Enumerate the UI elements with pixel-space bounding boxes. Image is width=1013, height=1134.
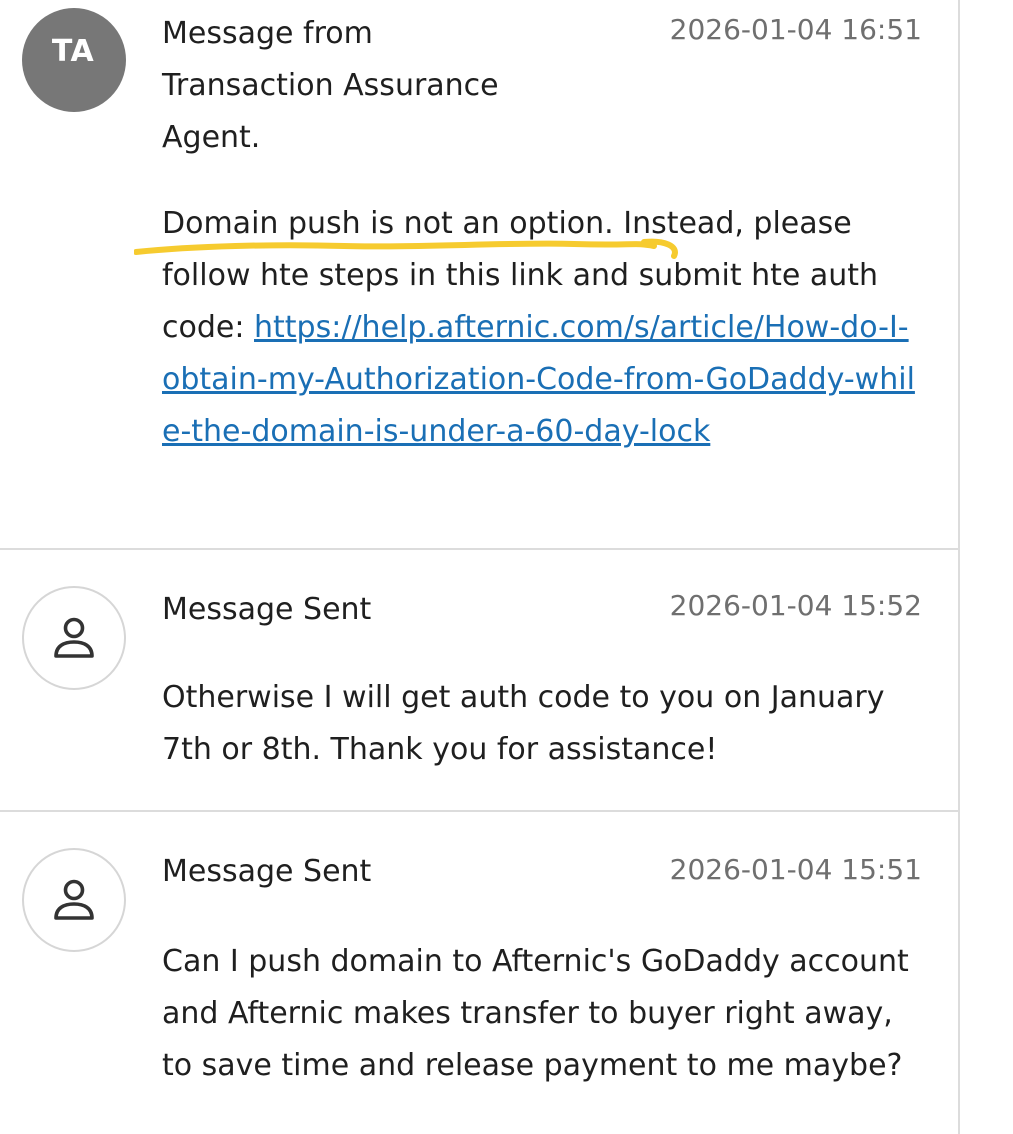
panel-right-border bbox=[958, 0, 960, 1134]
avatar-initials: TA bbox=[51, 33, 95, 69]
user-icon bbox=[54, 879, 94, 920]
message-timestamp: 2026-01-04 16:51 bbox=[669, 13, 922, 46]
message-body: Domain push is not an option. Instead, p… bbox=[162, 198, 922, 458]
avatar bbox=[22, 586, 126, 690]
user-icon bbox=[54, 617, 94, 658]
message-timestamp: 2026-01-04 15:52 bbox=[669, 589, 922, 622]
message-timestamp: 2026-01-04 15:51 bbox=[669, 853, 922, 886]
message-sender: Message from Transaction Assurance Agent… bbox=[162, 16, 499, 155]
avatar bbox=[22, 848, 126, 952]
help-article-link[interactable]: https://help.afternic.com/s/article/How-… bbox=[162, 310, 915, 449]
message-sender: Message Sent bbox=[162, 854, 372, 889]
message-sender: Message Sent bbox=[162, 592, 372, 627]
message-body: Can I push domain to Afternic's GoDaddy … bbox=[162, 944, 909, 1083]
message-body: Otherwise I will get auth code to you on… bbox=[162, 680, 885, 767]
message-item: Message Sent 2026-01-04 15:52 Otherwise … bbox=[0, 550, 958, 810]
message-item: TA Message from Transaction Assurance Ag… bbox=[0, 0, 958, 548]
avatar: TA bbox=[22, 8, 126, 112]
message-item: Message Sent 2026-01-04 15:51 Can I push… bbox=[0, 812, 958, 1134]
